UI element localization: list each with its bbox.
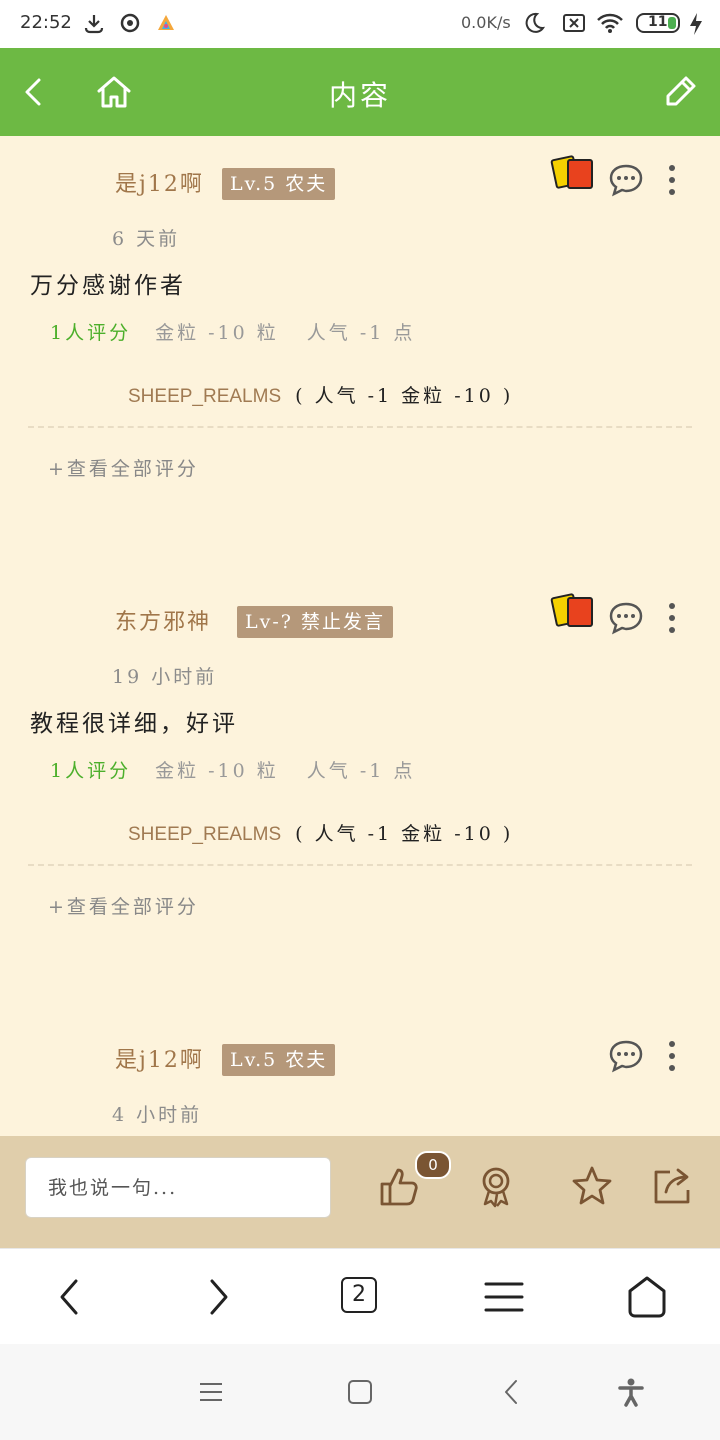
level-badge: Lv-? 禁止发言 bbox=[237, 606, 393, 638]
author-name[interactable]: 是j12啊 bbox=[115, 1042, 204, 1074]
post-time: 19 小时前 bbox=[112, 666, 218, 688]
comment-action-bar: 我也说一句... 0 bbox=[0, 1136, 720, 1248]
divider bbox=[28, 864, 692, 866]
view-all-ratings-link[interactable]: +查看全部评分 bbox=[48, 892, 199, 919]
penalty-cards-icon bbox=[550, 155, 593, 189]
rating-popularity: 人气 -1 点 bbox=[306, 322, 416, 344]
wifi-icon bbox=[597, 13, 623, 33]
rating-count: 1人评分 bbox=[50, 322, 132, 344]
record-icon bbox=[120, 13, 140, 33]
rating-gold: 金粒 -10 粒 bbox=[155, 322, 279, 344]
view-all-ratings-link[interactable]: +查看全部评分 bbox=[48, 454, 199, 481]
system-back-icon[interactable] bbox=[500, 1379, 524, 1405]
like-count-badge: 0 bbox=[415, 1151, 451, 1179]
status-bar: 22:52 0.0K/s 11 bbox=[0, 0, 720, 48]
comments-list[interactable]: 是j12啊 Lv.5 农夫 6 天前 万分感谢作者 1人评分 金粒 -10 粒人气… bbox=[0, 136, 720, 1136]
post-time: 6 天前 bbox=[112, 228, 181, 250]
author-name[interactable]: 东方邪神 bbox=[115, 604, 211, 636]
app-bar: 内容 bbox=[0, 48, 720, 136]
browser-forward-icon[interactable] bbox=[196, 1275, 240, 1319]
more-options-icon[interactable] bbox=[654, 600, 690, 636]
battery-level: 11 bbox=[648, 14, 668, 30]
rating-count: 1人评分 bbox=[50, 760, 132, 782]
post-time: 4 小时前 bbox=[112, 1104, 203, 1126]
page-title: 内容 bbox=[328, 79, 391, 112]
star-icon[interactable] bbox=[570, 1164, 614, 1208]
rater-row: SHEEP_REALMS ( 人气 -1 金粒 -10 ) bbox=[128, 381, 513, 408]
post-body: 万分感谢作者 bbox=[30, 273, 186, 299]
rater-detail: ( 人气 -1 金粒 -10 ) bbox=[295, 823, 514, 845]
app-notification-icon bbox=[158, 15, 174, 30]
more-options-icon[interactable] bbox=[654, 162, 690, 198]
moon-icon bbox=[525, 12, 546, 33]
rater-name[interactable]: SHEEP_REALMS bbox=[128, 386, 281, 407]
battery-icon: 11 bbox=[636, 13, 680, 33]
download-icon bbox=[84, 15, 104, 34]
browser-toolbar: 2 bbox=[0, 1248, 720, 1345]
accessibility-icon[interactable] bbox=[616, 1377, 646, 1407]
charging-icon bbox=[690, 13, 702, 35]
tab-count: 2 bbox=[352, 1282, 366, 1307]
penalty-cards-icon bbox=[550, 593, 593, 627]
rating-summary: 1人评分 金粒 -10 粒 人气 -1 点 bbox=[50, 756, 415, 783]
browser-back-icon[interactable] bbox=[48, 1275, 92, 1319]
rating-gold: 金粒 -10 粒 bbox=[155, 760, 279, 782]
browser-home-icon[interactable] bbox=[625, 1275, 669, 1319]
author-name[interactable]: 是j12啊 bbox=[115, 166, 204, 198]
rater-name[interactable]: SHEEP_REALMS bbox=[128, 824, 281, 845]
share-icon[interactable] bbox=[650, 1164, 694, 1208]
divider bbox=[28, 426, 692, 428]
rating-summary: 1人评分 金粒 -10 粒 人气 -1 点 bbox=[50, 318, 415, 345]
more-options-icon[interactable] bbox=[654, 1038, 690, 1074]
no-sim-icon bbox=[563, 14, 585, 32]
system-home-icon[interactable] bbox=[347, 1379, 373, 1405]
rater-row: SHEEP_REALMS ( 人气 -1 金粒 -10 ) bbox=[128, 819, 513, 846]
award-icon[interactable] bbox=[474, 1164, 518, 1208]
reply-icon[interactable] bbox=[608, 600, 644, 636]
network-speed: 0.0K/s bbox=[461, 13, 511, 32]
rating-popularity: 人气 -1 点 bbox=[306, 760, 416, 782]
recent-apps-icon[interactable] bbox=[198, 1380, 224, 1404]
edit-icon[interactable] bbox=[660, 72, 700, 112]
tabs-button[interactable]: 2 bbox=[341, 1277, 377, 1313]
reply-icon[interactable] bbox=[608, 162, 644, 198]
level-badge: Lv.5 农夫 bbox=[222, 168, 336, 200]
system-nav-bar bbox=[0, 1344, 720, 1440]
menu-icon[interactable] bbox=[482, 1275, 526, 1319]
rater-detail: ( 人气 -1 金粒 -10 ) bbox=[295, 385, 514, 407]
status-time: 22:52 bbox=[20, 12, 72, 33]
post-body: 教程很详细，好评 bbox=[30, 711, 238, 737]
level-badge: Lv.5 农夫 bbox=[222, 1044, 336, 1076]
comment-input[interactable]: 我也说一句... bbox=[25, 1157, 331, 1218]
reply-icon[interactable] bbox=[608, 1038, 644, 1074]
